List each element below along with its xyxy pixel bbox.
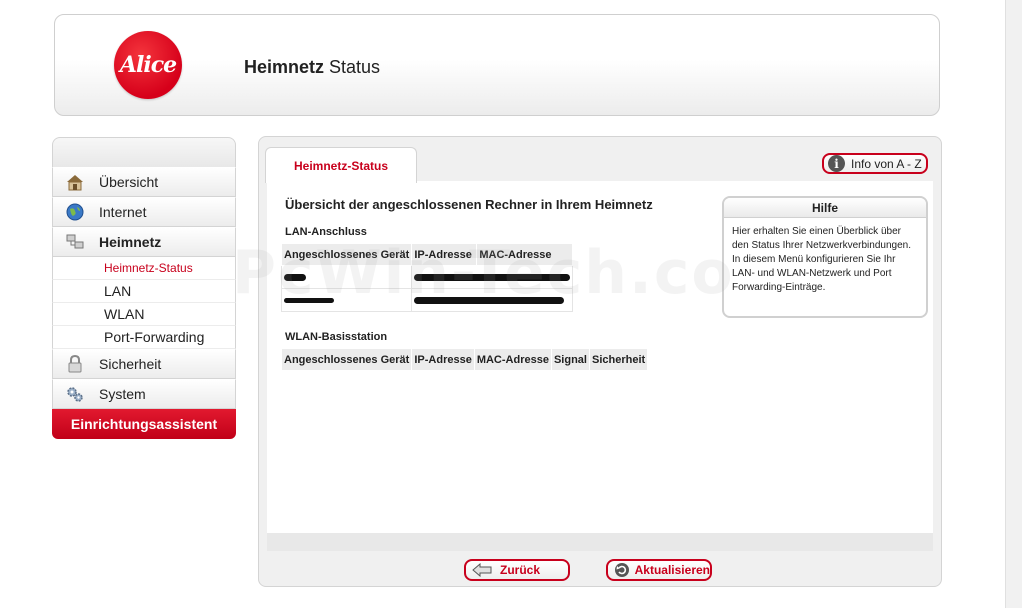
column-header: Angeschlossenes Gerät bbox=[280, 243, 413, 266]
column-header: Signal bbox=[550, 348, 590, 371]
redacted-address bbox=[411, 288, 574, 312]
column-header: Sicherheit bbox=[588, 348, 649, 371]
content-footer-bar bbox=[267, 533, 933, 551]
setup-assistant-button[interactable]: Einrichtungsassistent bbox=[52, 409, 236, 439]
redacted-address bbox=[411, 265, 574, 289]
globe-icon bbox=[65, 203, 85, 221]
help-text: Hier erhalten Sie einen Überblick über d… bbox=[732, 226, 911, 293]
nav-item-uebersicht[interactable]: Übersicht bbox=[52, 167, 236, 197]
nav-top-cap bbox=[52, 137, 236, 167]
column-header: MAC-Adresse bbox=[476, 243, 574, 266]
lan-section-label: LAN-Anschluss bbox=[285, 226, 367, 238]
back-button[interactable]: Zurück bbox=[464, 559, 570, 581]
nav-item-label: Internet bbox=[99, 204, 147, 220]
refresh-icon bbox=[614, 562, 631, 578]
table-row bbox=[280, 288, 574, 312]
lan-table-header: Angeschlossenes Gerät IP-Adresse MAC-Adr… bbox=[280, 243, 574, 266]
page-header: Alice Heimnetz Status bbox=[54, 14, 940, 116]
page-scrollbar[interactable] bbox=[1005, 0, 1022, 608]
page-title: Heimnetz Status bbox=[244, 57, 380, 78]
nav-item-heimnetz[interactable]: Heimnetz bbox=[52, 227, 236, 257]
info-button-label: Info von A - Z bbox=[851, 156, 922, 171]
alice-logo: Alice bbox=[114, 31, 182, 99]
content-heading: Übersicht der angeschlossenen Rechner in… bbox=[285, 197, 653, 212]
sidebar-nav: Übersicht Internet Heimnetz Heimnetz-Sta… bbox=[52, 137, 236, 439]
main-panel: Heimnetz-Status i Info von A - Z Übersic… bbox=[258, 136, 942, 587]
network-icon bbox=[65, 233, 85, 251]
redacted-device-name bbox=[280, 288, 413, 312]
lan-table: Angeschlossenes Gerät IP-Adresse MAC-Adr… bbox=[280, 243, 574, 312]
wlan-table: Angeschlossenes Gerät IP-Adresse MAC-Adr… bbox=[280, 348, 649, 371]
column-header: IP-Adresse bbox=[411, 348, 475, 371]
nav-item-internet[interactable]: Internet bbox=[52, 197, 236, 227]
wlan-section-label: WLAN-Basisstation bbox=[285, 331, 388, 343]
column-header: Angeschlossenes Gerät bbox=[280, 348, 413, 371]
redacted-device-name bbox=[280, 265, 413, 289]
nav-item-label: Sicherheit bbox=[99, 356, 162, 372]
lock-icon bbox=[65, 355, 85, 373]
nav-item-label: System bbox=[99, 386, 146, 402]
help-box: Hilfe Hier erhalten Sie einen Überblick … bbox=[722, 196, 928, 318]
nav-item-label: Heimnetz bbox=[99, 234, 162, 250]
arrow-left-icon bbox=[472, 562, 492, 578]
info-a-z-button[interactable]: i Info von A - Z bbox=[822, 153, 928, 174]
info-icon: i bbox=[828, 155, 845, 172]
help-title: Hilfe bbox=[724, 198, 926, 218]
subnav-item-lan[interactable]: LAN bbox=[52, 280, 236, 303]
logo-text: Alice bbox=[119, 52, 177, 78]
page-title-rest: Status bbox=[329, 57, 381, 77]
subnav-item-wlan[interactable]: WLAN bbox=[52, 303, 236, 326]
column-header: IP-Adresse bbox=[411, 243, 478, 266]
subnav-item-heimnetz-status[interactable]: Heimnetz-Status bbox=[52, 257, 236, 280]
back-button-label: Zurück bbox=[500, 563, 541, 577]
subnav-item-port-forwarding[interactable]: Port-Forwarding bbox=[52, 326, 236, 349]
home-icon bbox=[65, 173, 85, 191]
refresh-button[interactable]: Aktualisieren bbox=[606, 559, 712, 581]
refresh-button-label: Aktualisieren bbox=[634, 563, 710, 577]
wlan-table-header: Angeschlossenes Gerät IP-Adresse MAC-Adr… bbox=[280, 348, 649, 371]
nav-item-system[interactable]: System bbox=[52, 379, 236, 409]
page-title-bold: Heimnetz bbox=[244, 57, 325, 77]
nav-item-label: Übersicht bbox=[99, 174, 159, 190]
table-row bbox=[280, 265, 574, 289]
nav-item-sicherheit[interactable]: Sicherheit bbox=[52, 349, 236, 379]
column-header: MAC-Adresse bbox=[473, 348, 552, 371]
tab-heimnetz-status[interactable]: Heimnetz-Status bbox=[265, 147, 417, 183]
gears-icon bbox=[65, 385, 85, 403]
